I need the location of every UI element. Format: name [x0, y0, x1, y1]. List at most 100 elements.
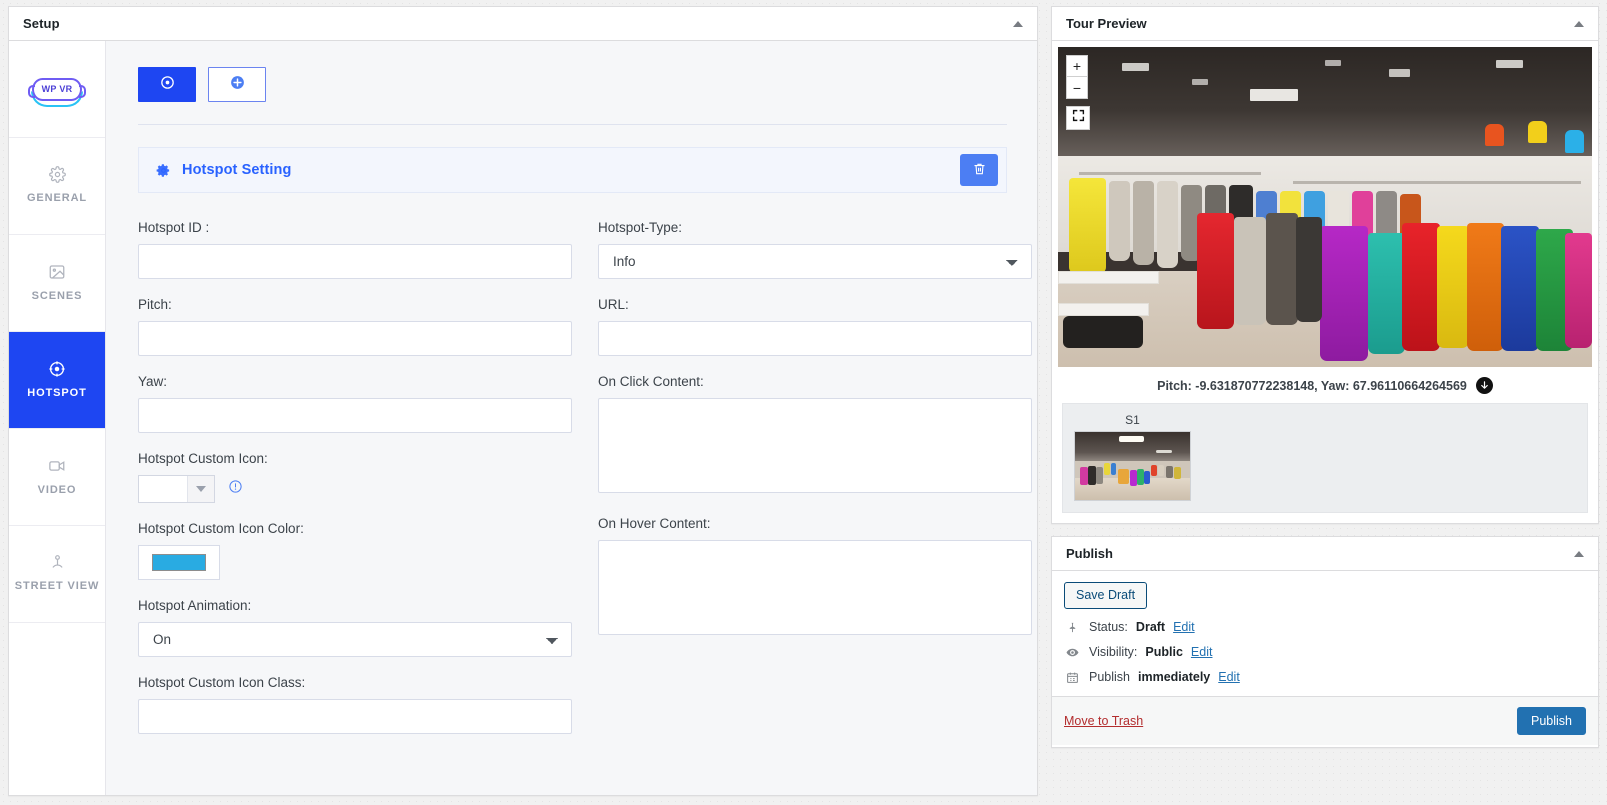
custom-icon-label: Hotspot Custom Icon:	[138, 451, 268, 466]
gear-icon	[48, 166, 66, 183]
tour-preview-header: Tour Preview	[1052, 7, 1598, 41]
garment	[1319, 226, 1368, 361]
custom-icon-value	[139, 476, 187, 502]
url-input[interactable]	[598, 321, 1032, 356]
save-draft-button[interactable]: Save Draft	[1064, 582, 1148, 609]
thumb-garment	[1087, 466, 1096, 486]
field-yaw: Yaw:	[138, 373, 572, 433]
garment	[1295, 216, 1323, 323]
custom-icon-select[interactable]	[138, 475, 215, 503]
panorama-viewer[interactable]: + −	[1058, 47, 1592, 367]
delete-hotspot-button[interactable]	[960, 154, 998, 186]
hotspot-id-label: Hotspot ID :	[138, 220, 210, 235]
publish-collapse-toggle[interactable]	[1574, 550, 1584, 557]
thumb-garment	[1173, 467, 1181, 479]
field-on-click-content: On Click Content:	[598, 373, 1032, 498]
sidebar-item-general[interactable]: GENERAL	[9, 138, 105, 235]
thumb-garment	[1157, 464, 1164, 476]
thumb-garment	[1144, 470, 1150, 485]
garment	[1565, 130, 1584, 153]
setup-collapse-toggle[interactable]	[1013, 20, 1023, 27]
tour-preview-title: Tour Preview	[1066, 16, 1147, 31]
fullscreen-icon	[1072, 109, 1085, 127]
yaw-input[interactable]	[138, 398, 572, 433]
hotspot-tab-button[interactable]	[138, 67, 196, 102]
chevron-down-icon	[187, 476, 214, 502]
sidebar-item-video[interactable]: VIDEO	[9, 429, 105, 526]
editor-sidebar: Tour Preview + − Pitch: -9.6318707722381…	[1051, 6, 1599, 760]
ceiling-light	[1389, 69, 1411, 78]
custom-icon-color-label: Hotspot Custom Icon Color:	[138, 521, 304, 536]
publish-button[interactable]: Publish	[1517, 707, 1586, 735]
scene-item[interactable]: S1	[1074, 413, 1191, 501]
thumb-garment	[1095, 467, 1103, 485]
custom-icon-class-input[interactable]	[138, 699, 572, 734]
sidebar-item-label: SCENES	[31, 289, 83, 302]
hotspot-animation-select[interactable]: On	[138, 622, 572, 657]
garment	[1068, 178, 1107, 275]
garment	[1565, 232, 1592, 348]
tour-preview-collapse-toggle[interactable]	[1574, 20, 1584, 27]
field-pitch: Pitch:	[138, 296, 572, 356]
publish-schedule-value: immediately	[1138, 670, 1211, 684]
hotspot-type-select[interactable]: Info	[598, 244, 1032, 279]
scene-name: S1	[1125, 413, 1140, 427]
garment	[1156, 181, 1179, 268]
custom-icon-class-label: Hotspot Custom Icon Class:	[138, 675, 306, 690]
collapse-triangle-icon	[1574, 20, 1584, 27]
garment	[1501, 226, 1539, 351]
publish-body: Save Draft Status: Draft Edit Visibility…	[1052, 571, 1598, 747]
thumb-garment	[1130, 470, 1138, 487]
field-hotspot-type: Hotspot-Type: Info	[598, 219, 1032, 279]
publish-visibility-edit-link[interactable]: Edit	[1191, 645, 1213, 659]
pitch-input[interactable]	[138, 321, 572, 356]
hotspot-setting-title: Hotspot Setting	[182, 162, 292, 178]
publish-visibility-label: Visibility:	[1089, 645, 1138, 659]
publish-schedule-edit-link[interactable]: Edit	[1218, 670, 1240, 684]
clothes-rail	[1292, 181, 1582, 185]
garment	[1108, 181, 1131, 262]
custom-icon-color-picker[interactable]	[138, 545, 220, 580]
thumb-light	[1155, 449, 1172, 454]
sidebar-item-scenes[interactable]: SCENES	[9, 235, 105, 332]
garment	[1485, 123, 1504, 147]
add-hotspot-button[interactable]	[208, 67, 266, 102]
on-hover-content-textarea[interactable]	[598, 540, 1032, 635]
pitch-yaw-text: Pitch: -9.631870772238148, Yaw: 67.96110…	[1157, 378, 1467, 393]
display-shelf	[1058, 271, 1160, 284]
field-custom-icon-class: Hotspot Custom Icon Class:	[138, 674, 572, 734]
panorama-viewer-wrap: + −	[1052, 41, 1598, 367]
garment	[1266, 213, 1299, 326]
move-to-trash-link[interactable]: Move to Trash	[1064, 714, 1143, 728]
sidebar-item-hotspot[interactable]: HOTSPOT	[9, 332, 105, 429]
ceiling-light	[1250, 88, 1299, 102]
zoom-out-button[interactable]: −	[1066, 77, 1088, 99]
setup-metabox: Setup WP VR GENERAL SCENES HOTSPOT VIDEO…	[8, 6, 1038, 796]
publish-status-edit-link[interactable]: Edit	[1173, 620, 1195, 634]
publish-footer: Move to Trash Publish	[1052, 696, 1598, 745]
wpvr-sidebar: WP VR GENERAL SCENES HOTSPOT VIDEO STREE…	[9, 41, 106, 795]
setup-metabox-header: Setup	[9, 7, 1037, 41]
sidebar-item-street-view[interactable]: STREET VIEW	[9, 526, 105, 623]
zoom-in-button[interactable]: +	[1066, 55, 1088, 77]
thumb-garment	[1117, 469, 1130, 485]
publish-header: Publish	[1052, 537, 1598, 571]
tour-preview-metabox: Tour Preview + − Pitch: -9.6318707722381…	[1051, 6, 1599, 524]
video-camera-icon	[48, 457, 66, 475]
pitch-yaw-readout: Pitch: -9.631870772238148, Yaw: 67.96110…	[1052, 367, 1598, 403]
scene-thumbnail[interactable]	[1074, 431, 1191, 501]
logo-text: WP VR	[41, 84, 73, 94]
plus-circle-icon	[229, 74, 246, 96]
hotspot-toolbar	[138, 67, 1007, 102]
on-hover-content-label: On Hover Content:	[598, 516, 711, 531]
on-click-content-textarea[interactable]	[598, 398, 1032, 493]
hotspot-form-left-column: Hotspot ID : Pitch: Yaw: Hotspot Custom …	[138, 219, 572, 751]
ceiling-light	[1191, 79, 1208, 86]
download-arrow-icon[interactable]	[1475, 377, 1493, 394]
image-icon	[48, 263, 66, 281]
hotspot-id-input[interactable]	[138, 244, 572, 279]
hotspot-form-right-column: Hotspot-Type: Info URL: On Click Content…	[598, 219, 1032, 751]
info-circle-icon[interactable]	[228, 479, 243, 499]
fullscreen-button[interactable]	[1066, 106, 1090, 130]
sidebar-item-label: VIDEO	[37, 483, 77, 496]
